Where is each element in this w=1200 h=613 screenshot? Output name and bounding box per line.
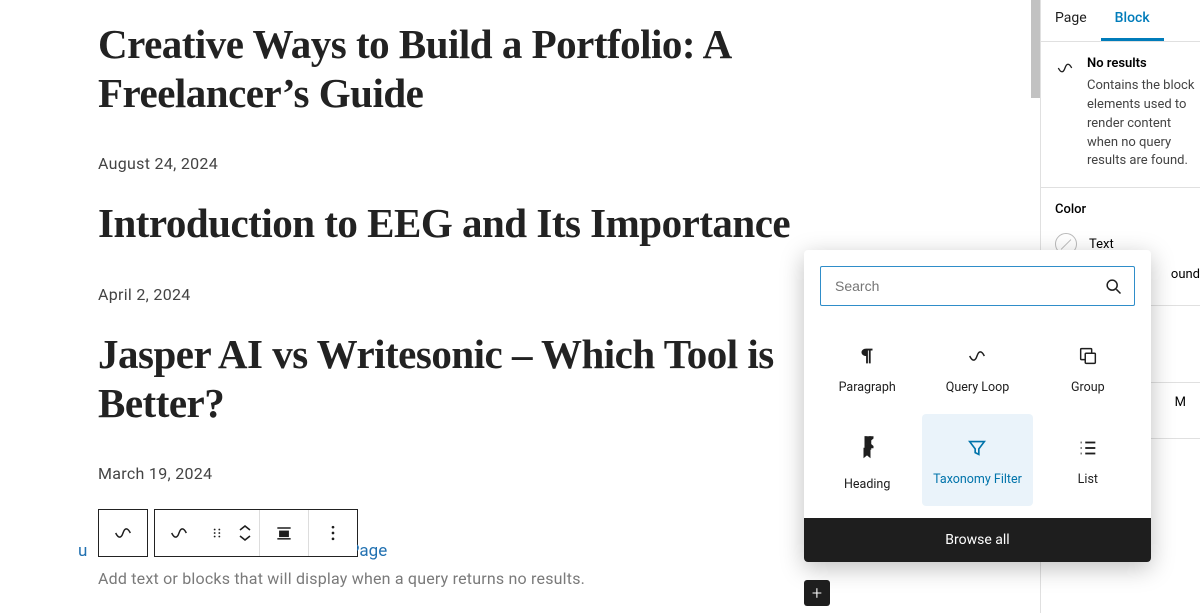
toolbar-group-main	[154, 509, 358, 557]
search-icon[interactable]	[1103, 276, 1123, 296]
drag-icon	[210, 526, 224, 540]
more-options-button[interactable]	[309, 510, 357, 556]
block-inserter: Paragraph Query Loop Group Heading	[804, 250, 1151, 562]
query-loop-icon	[965, 342, 989, 370]
inserter-search-input[interactable]	[820, 266, 1135, 306]
post-date: August 24, 2024	[98, 154, 1040, 173]
chevron-up-icon	[239, 524, 251, 532]
block-group[interactable]: Group	[1033, 322, 1143, 414]
add-block-button[interactable]: +	[804, 580, 830, 606]
move-buttons[interactable]	[231, 510, 259, 556]
block-list[interactable]: List	[1033, 414, 1143, 506]
query-loop-icon	[112, 522, 134, 544]
toolbar-group-parent	[98, 509, 148, 557]
color-section-label: Color	[1041, 188, 1200, 229]
block-taxonomy-filter[interactable]: Taxonomy Filter	[922, 414, 1032, 506]
block-query-loop[interactable]: Query Loop	[922, 322, 1032, 414]
editor-scrollbar-thumb[interactable]	[1031, 0, 1040, 98]
sidebar-tabs: Page Block	[1041, 0, 1200, 42]
block-label: Query Loop	[946, 380, 1010, 395]
block-label: Heading	[844, 477, 890, 492]
select-parent-button[interactable]	[99, 510, 147, 556]
group-icon	[1077, 342, 1099, 370]
tab-page[interactable]: Page	[1041, 0, 1101, 41]
align-button[interactable]	[260, 510, 308, 556]
block-label: Paragraph	[839, 380, 896, 395]
chevron-down-icon	[239, 534, 251, 542]
post-title[interactable]: Jasper AI vs Writesonic – Which Tool is …	[98, 330, 858, 428]
filter-icon	[966, 434, 988, 462]
block-label: Group	[1071, 380, 1105, 395]
more-vertical-icon	[323, 523, 343, 543]
post-title[interactable]: Creative Ways to Build a Portfolio: A Fr…	[98, 20, 858, 118]
block-name: No results	[1087, 56, 1200, 71]
block-paragraph[interactable]: Paragraph	[812, 322, 922, 414]
pagination-prev-fragment[interactable]: u	[78, 541, 87, 561]
plus-icon: +	[812, 583, 822, 604]
tab-block[interactable]: Block	[1101, 0, 1164, 41]
block-label: List	[1078, 472, 1098, 487]
paragraph-icon	[856, 342, 878, 370]
drag-handle[interactable]	[203, 510, 231, 556]
block-description: Contains the block elements used to rend…	[1087, 77, 1200, 171]
post-title[interactable]: Introduction to EEG and Its Importance	[98, 199, 858, 248]
query-loop-icon	[1055, 58, 1075, 78]
block-label: Taxonomy Filter	[933, 472, 1022, 487]
no-results-placeholder[interactable]: Add text or blocks that will display whe…	[98, 569, 1040, 588]
browse-all-button[interactable]: Browse all	[804, 518, 1151, 562]
query-loop-icon	[168, 522, 190, 544]
block-type-button[interactable]	[155, 510, 203, 556]
color-background-label-fragment: ound	[1171, 267, 1200, 282]
list-icon	[1077, 434, 1099, 462]
bookmark-icon	[860, 439, 874, 467]
block-heading[interactable]: Heading	[812, 414, 922, 506]
align-icon	[274, 523, 294, 543]
